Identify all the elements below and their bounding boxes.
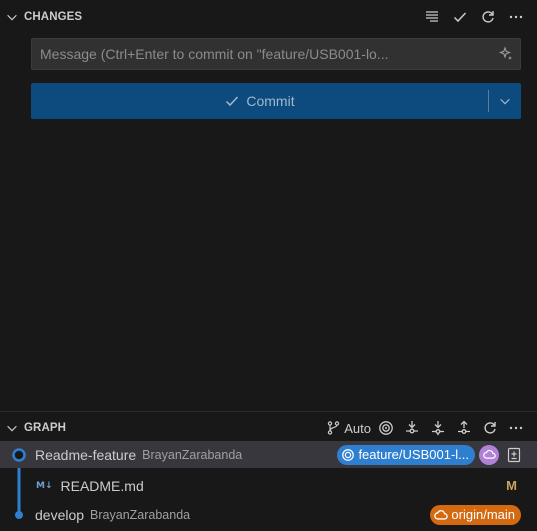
branch-badge[interactable]: feature/USB001-l... [337, 444, 475, 465]
more-icon[interactable] [505, 417, 527, 439]
commit-node-icon [15, 510, 23, 519]
auto-branch-toggle[interactable]: Auto [326, 420, 371, 436]
graph-commit-row[interactable]: develop BrayanZarabanda origin/main [0, 501, 537, 528]
commit-message: develop [35, 506, 85, 523]
open-changes-icon[interactable] [503, 444, 525, 466]
fetch-icon[interactable] [401, 417, 423, 439]
commit-node-icon [12, 447, 26, 462]
markdown-file-icon: M↓ [36, 480, 53, 491]
pull-icon[interactable] [427, 417, 449, 439]
source-control-panel: CHANGES Commi [0, 0, 537, 531]
graph-section-title: GRAPH [24, 422, 67, 434]
push-icon[interactable] [453, 417, 475, 439]
target-icon[interactable] [375, 417, 397, 439]
cloud-icon [434, 509, 449, 520]
commit-dropdown-button[interactable] [489, 83, 521, 119]
chevron-down-icon[interactable] [0, 416, 24, 440]
graph-actions: Auto [326, 417, 537, 439]
commit-author: BrayanZarabanda [90, 507, 191, 522]
section-divider [0, 411, 537, 412]
remote-badge[interactable] [479, 444, 499, 465]
commit-button-group: Commit [31, 83, 521, 119]
branch-badge-label: feature/USB001-l... [358, 447, 469, 462]
check-icon[interactable] [449, 6, 471, 28]
graph-commit-row[interactable]: Readme-feature BrayanZarabanda feature/U… [0, 441, 537, 468]
more-icon[interactable] [505, 6, 527, 28]
commit-author: BrayanZarabanda [142, 447, 243, 462]
origin-badge-label: origin/main [451, 507, 515, 522]
view-as-tree-icon[interactable] [421, 6, 443, 28]
refresh-icon[interactable] [479, 417, 501, 439]
changes-section-header[interactable]: CHANGES [0, 5, 537, 29]
chevron-down-icon[interactable] [0, 5, 24, 29]
auto-label: Auto [344, 420, 371, 436]
graph-section-header[interactable]: GRAPH Auto [0, 416, 537, 440]
check-icon [226, 96, 239, 107]
changed-file-row[interactable]: M↓ README.md M [0, 472, 537, 499]
commit-message-input[interactable] [32, 39, 492, 69]
file-status: M [506, 478, 517, 493]
commit-button-label: Commit [246, 93, 295, 109]
file-name: README.md [60, 477, 144, 494]
commit-message-box [31, 38, 521, 70]
target-icon [342, 448, 355, 461]
sparkle-icon[interactable] [492, 40, 520, 68]
changes-actions [421, 6, 537, 28]
changes-section-title: CHANGES [24, 11, 83, 23]
cloud-icon [482, 449, 496, 459]
commit-message: Readme-feature [35, 446, 137, 463]
branch-icon [328, 421, 340, 435]
refresh-icon[interactable] [477, 6, 499, 28]
commit-button[interactable]: Commit [31, 83, 488, 119]
chevron-down-icon [500, 98, 510, 105]
origin-badge[interactable]: origin/main [430, 504, 521, 525]
